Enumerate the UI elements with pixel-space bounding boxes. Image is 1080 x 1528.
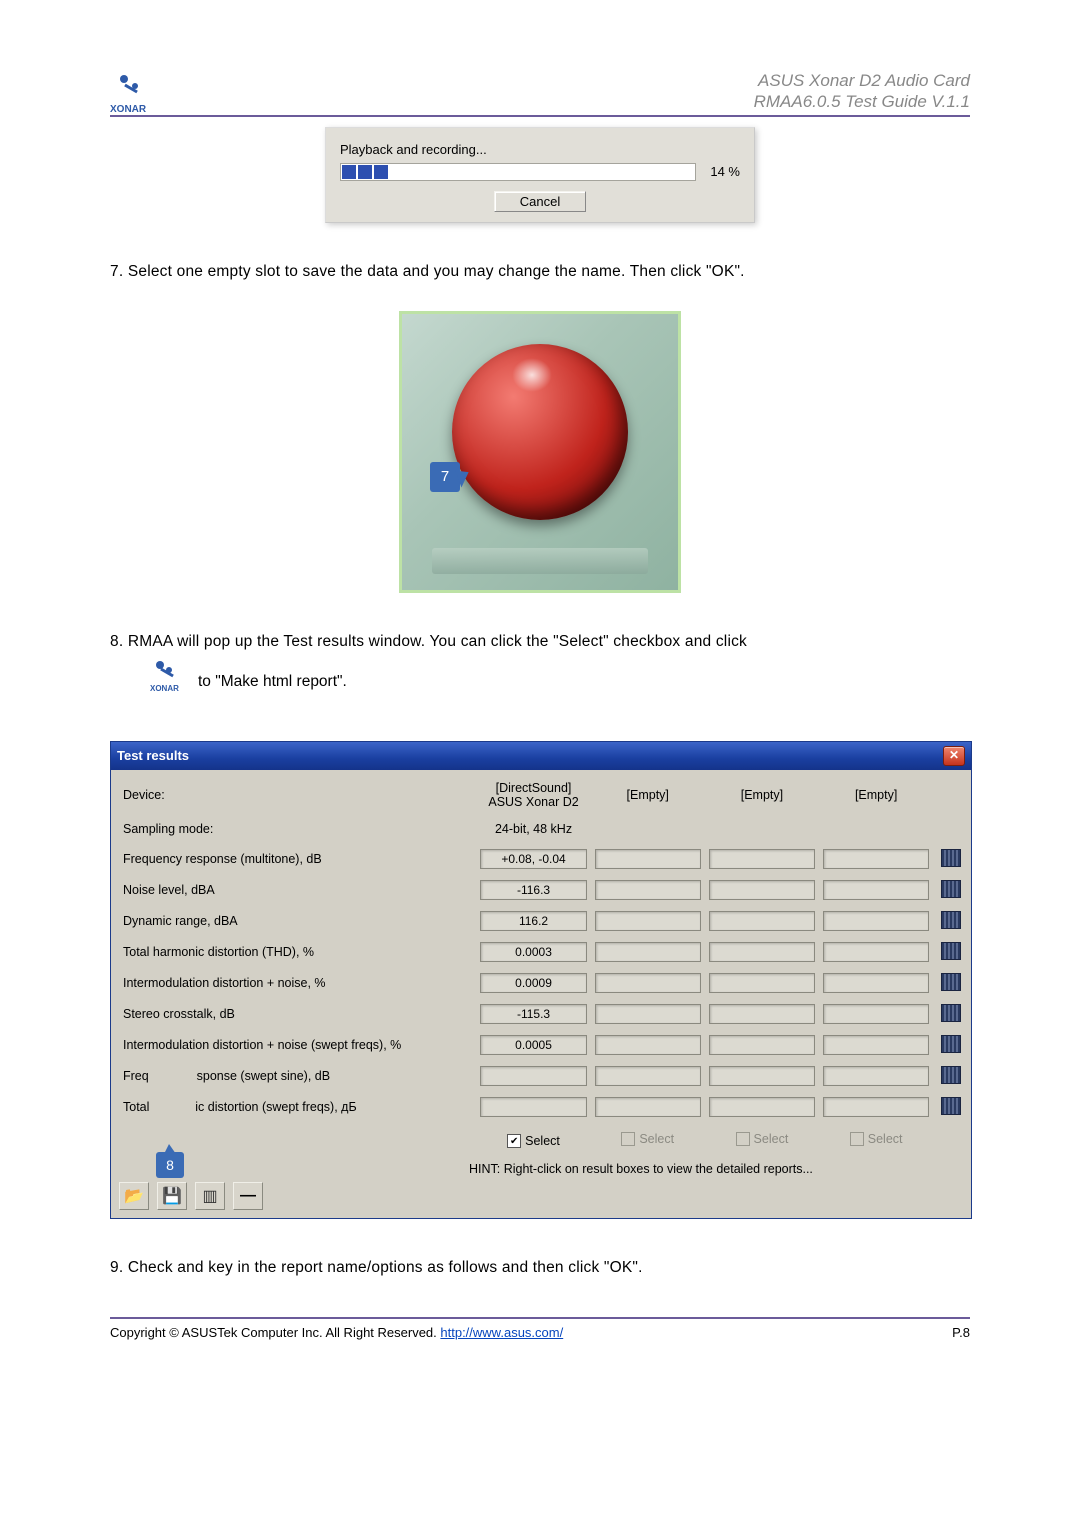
footer-copyright: Copyright © ASUSTek Computer Inc. All Ri… bbox=[110, 1325, 563, 1340]
result-value[interactable]: +0.08, -0.04 bbox=[480, 849, 586, 869]
spectrum-icon[interactable] bbox=[941, 1097, 961, 1115]
progress-bar bbox=[340, 163, 696, 181]
spectrum-icon[interactable] bbox=[941, 1066, 961, 1084]
spectrum-icon[interactable] bbox=[941, 1004, 961, 1022]
callout-8: 8 bbox=[156, 1152, 184, 1178]
result-value-empty[interactable] bbox=[823, 849, 929, 869]
select-checkbox-3[interactable]: Select bbox=[736, 1132, 789, 1146]
spectrum-icon[interactable] bbox=[941, 1035, 961, 1053]
progress-percent: 14 % bbox=[704, 164, 740, 179]
result-value[interactable]: -116.3 bbox=[480, 880, 586, 900]
result-value-empty[interactable] bbox=[709, 849, 815, 869]
result-value[interactable]: 0.0009 bbox=[480, 973, 586, 993]
slot-figure: 7 bbox=[399, 311, 681, 593]
result-value[interactable]: 0.0005 bbox=[480, 1035, 586, 1055]
table-row: Total harmonic distortion (swept freqs),… bbox=[119, 1092, 965, 1123]
device-col-3: [Empty] bbox=[705, 776, 819, 814]
select-checkbox-2[interactable]: Select bbox=[621, 1132, 674, 1146]
result-value-empty[interactable] bbox=[595, 849, 701, 869]
table-row: Intermodulation distortion + noise (swep… bbox=[119, 1030, 965, 1061]
progress-label: Playback and recording... bbox=[340, 142, 740, 157]
header-text: ASUS Xonar D2 Audio Card RMAA6.0.5 Test … bbox=[754, 70, 970, 113]
volume-knob-icon bbox=[452, 344, 628, 520]
spectrum-icon[interactable] bbox=[941, 880, 961, 898]
callout-7: 7 bbox=[430, 462, 460, 492]
table-row: Dynamic range, dBA 116.2 bbox=[119, 906, 965, 937]
table-row: Frequency response (multitone), dB +0.08… bbox=[119, 844, 965, 875]
step-9-text: 9. Check and key in the report name/opti… bbox=[110, 1259, 970, 1277]
row-sampling-label: Sampling mode: bbox=[119, 814, 476, 844]
result-value[interactable]: 116.2 bbox=[480, 911, 586, 931]
select-checkbox-4[interactable]: Select bbox=[850, 1132, 903, 1146]
device-col-1: [DirectSound] ASUS Xonar D2 bbox=[476, 776, 590, 814]
result-value[interactable]: -115.3 bbox=[480, 1004, 586, 1024]
spectrum-icon[interactable] bbox=[941, 911, 961, 929]
cancel-button[interactable]: Cancel bbox=[494, 191, 586, 212]
step-8-text-a: 8. RMAA will pop up the Test results win… bbox=[110, 633, 970, 651]
row-device-label: Device: bbox=[119, 776, 476, 814]
sampling-value: 24-bit, 48 kHz bbox=[476, 814, 590, 844]
result-value[interactable]: 0.0003 bbox=[480, 942, 586, 962]
xonar-logo: XONAR bbox=[110, 73, 164, 113]
step-7-text: 7. Select one empty slot to save the dat… bbox=[110, 263, 970, 281]
spectrum-icon[interactable] bbox=[941, 942, 961, 960]
device-col-2: [Empty] bbox=[591, 776, 705, 814]
table-row: Frequency response (swept sine), dB bbox=[119, 1061, 965, 1092]
hint-text: HINT: Right-click on result boxes to vie… bbox=[469, 1162, 965, 1176]
spectrum-icon[interactable] bbox=[941, 973, 961, 991]
test-results-window: Test results ✕ Device: [DirectSound] ASU… bbox=[110, 741, 972, 1219]
open-folder-button[interactable]: 📂 bbox=[119, 1182, 149, 1210]
table-row: Intermodulation distortion + noise, % 0.… bbox=[119, 968, 965, 999]
progress-dialog: Playback and recording... 14 % Cancel bbox=[325, 127, 755, 223]
header-line2: RMAA6.0.5 Test Guide V.1.1 bbox=[754, 91, 970, 112]
logo-text: XONAR bbox=[110, 104, 146, 115]
remove-button[interactable]: — bbox=[233, 1182, 263, 1210]
close-icon[interactable]: ✕ bbox=[943, 746, 965, 766]
test-results-title: Test results bbox=[117, 748, 189, 763]
save-button[interactable]: 💾 bbox=[157, 1182, 187, 1210]
step-8-text-b: XONAR to "Make html report". bbox=[150, 661, 970, 691]
table-row: Stereo crosstalk, dB -115.3 bbox=[119, 999, 965, 1030]
page-number: P.8 bbox=[952, 1325, 970, 1340]
device-col-4: [Empty] bbox=[819, 776, 933, 814]
table-row: Total harmonic distortion (THD), % 0.000… bbox=[119, 937, 965, 968]
footer-link[interactable]: http://www.asus.com/ bbox=[440, 1325, 563, 1340]
table-row: Noise level, dBA -116.3 bbox=[119, 875, 965, 906]
header-line1: ASUS Xonar D2 Audio Card bbox=[754, 70, 970, 91]
select-checkbox-1[interactable]: ✔Select bbox=[507, 1134, 560, 1148]
make-html-report-button[interactable]: ▥ bbox=[195, 1182, 225, 1210]
spectrum-icon[interactable] bbox=[941, 849, 961, 867]
xonar-inline-logo: XONAR bbox=[150, 661, 190, 691]
